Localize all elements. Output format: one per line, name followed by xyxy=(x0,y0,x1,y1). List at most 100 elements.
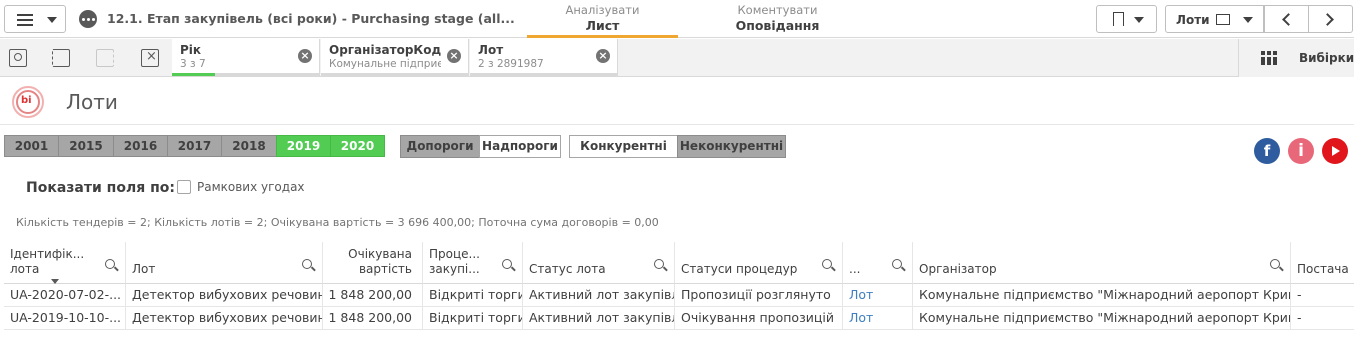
logo-text: bi xyxy=(21,95,32,106)
next-sheet-button[interactable] xyxy=(1308,5,1353,33)
search-icon[interactable] xyxy=(302,259,312,269)
selection-chip-organizer-code[interactable]: ОрганізаторКод Комунальне підприємств...… xyxy=(321,39,469,76)
info-icon[interactable]: i xyxy=(1288,138,1314,164)
lot-id-cell[interactable]: UA-2019-10-10-... xyxy=(4,307,126,330)
top-toolbar: 12.1. Етап закупівель (всі роки) - Purch… xyxy=(0,0,1354,38)
expected-value-cell: 1 848 200,00 xyxy=(323,284,423,307)
chevron-right-icon xyxy=(1321,13,1334,26)
column-header-organizer[interactable]: Організатор xyxy=(913,242,1291,284)
competitive-button[interactable]: Конкурентні xyxy=(569,135,678,158)
supplier-cell[interactable]: - xyxy=(1291,284,1354,307)
selections-bar: Рік 3 з 7 × ОрганізаторКод Комунальне пі… xyxy=(0,39,1354,77)
column-header-label: Лот xyxy=(132,262,156,276)
year-button-2001[interactable]: 2001 xyxy=(4,135,59,157)
bookmarks-button[interactable] xyxy=(1096,5,1157,33)
divider xyxy=(0,124,1354,125)
selection-state-bar xyxy=(470,73,617,76)
table-row[interactable]: UA-2020-07-02-... Детектор вибухових реч… xyxy=(4,284,1354,307)
chevron-down-icon xyxy=(1134,17,1144,23)
youtube-icon[interactable] xyxy=(1322,138,1348,164)
screen-icon xyxy=(1216,14,1230,25)
chip-field-name: ОрганізаторКод xyxy=(329,43,442,57)
year-button-2016[interactable]: 2016 xyxy=(113,135,168,157)
supplier-cell[interactable]: - xyxy=(1291,307,1354,330)
organizer-cell[interactable]: Комунальне підприємство "Міжнародний аер… xyxy=(913,284,1291,307)
year-button-2018[interactable]: 2018 xyxy=(221,135,277,157)
expected-value-cell: 1 848 200,00 xyxy=(323,307,423,330)
column-header-supplier[interactable]: Постача xyxy=(1291,242,1354,284)
column-header-label: Організатор xyxy=(919,262,997,276)
sheet-selector-button[interactable]: Лоти xyxy=(1165,5,1264,33)
procedure-cell[interactable]: Відкриті торги xyxy=(423,307,523,330)
year-button-2019[interactable]: 2019 xyxy=(276,135,331,157)
year-button-2017[interactable]: 2017 xyxy=(167,135,222,157)
column-header-procedure-statuses[interactable]: Статуси процедур xyxy=(675,242,843,284)
column-header-procurement-procedure[interactable]: Проце... закупі... xyxy=(423,242,523,284)
column-header-lot-status[interactable]: Статус лота xyxy=(523,242,675,284)
lot-status-cell[interactable]: Активний лот закупівлі xyxy=(523,284,675,307)
step-forward-icon[interactable] xyxy=(96,49,114,67)
below-threshold-button[interactable]: Допороги xyxy=(400,135,480,158)
bi-logo: bi xyxy=(12,86,44,118)
search-icon[interactable] xyxy=(1270,259,1280,269)
lot-link[interactable]: Лот xyxy=(843,307,913,330)
table-row[interactable]: UA-2019-10-10-... Детектор вибухових реч… xyxy=(4,307,1354,330)
selection-chip-year[interactable]: Рік 3 з 7 × xyxy=(172,39,320,76)
navigation-menu-button[interactable] xyxy=(4,5,66,33)
tab-analyze-sheet[interactable]: Аналізувати Лист xyxy=(527,0,678,38)
column-header-lot[interactable]: Лот xyxy=(126,242,323,284)
selection-state-bar xyxy=(172,73,319,76)
column-header-label: Статуси процедур xyxy=(681,262,798,276)
facebook-icon[interactable]: f xyxy=(1254,138,1280,164)
search-icon[interactable] xyxy=(822,259,832,269)
tab-sheet-label: Лист xyxy=(585,18,620,33)
lot-name-cell[interactable]: Детектор вибухових речовин xyxy=(126,307,323,330)
procedure-status-cell[interactable]: Очікування пропозицій xyxy=(675,307,843,330)
tab-analyze-label: Аналізувати xyxy=(565,3,640,17)
search-icon[interactable] xyxy=(105,259,115,269)
selection-chip-lot[interactable]: Лот 2 з 2891987 × xyxy=(470,39,618,76)
year-button-2015[interactable]: 2015 xyxy=(58,135,114,157)
column-header-lot-id[interactable]: Ідентифік... лота xyxy=(4,242,126,284)
close-icon[interactable]: × xyxy=(298,49,312,63)
close-icon[interactable]: × xyxy=(447,49,461,63)
year-button-2020[interactable]: 2020 xyxy=(330,135,385,157)
tab-story-label: Оповідання xyxy=(735,18,820,33)
search-icon[interactable] xyxy=(892,259,902,269)
selections-tool-button[interactable]: Вибірки xyxy=(1238,39,1354,77)
sheet-selector-label: Лоти xyxy=(1176,13,1210,27)
column-header-label: ... xyxy=(849,262,861,276)
chevron-down-icon xyxy=(1243,17,1253,23)
tab-narrate-story[interactable]: Коментувати Оповідання xyxy=(700,0,855,38)
search-icon[interactable] xyxy=(502,259,512,269)
lot-id-cell[interactable]: UA-2020-07-02-... xyxy=(4,284,126,307)
selections-tool-label: Вибірки xyxy=(1299,51,1354,65)
procedure-cell[interactable]: Відкриті торги xyxy=(423,284,523,307)
clear-selections-icon[interactable] xyxy=(141,49,159,67)
search-icon[interactable] xyxy=(654,259,664,269)
column-header-label: Проце... закупі... xyxy=(429,247,480,276)
lot-name-cell[interactable]: Детектор вибухових речовин xyxy=(126,284,323,307)
step-back-icon[interactable] xyxy=(52,49,70,67)
non-competitive-button[interactable]: Неконкурентні xyxy=(677,135,786,158)
more-options-icon[interactable] xyxy=(79,10,97,28)
chip-field-name: Рік xyxy=(180,43,202,57)
lot-status-cell[interactable]: Активний лот закупівлі xyxy=(523,307,675,330)
column-header-expected-value[interactable]: Очікувана вартість xyxy=(323,242,423,284)
framework-agreements-checkbox[interactable] xyxy=(177,180,191,194)
show-fields-label: Показати поля по: xyxy=(26,180,175,196)
lot-link[interactable]: Лот xyxy=(843,284,913,307)
selected-fraction-fill xyxy=(172,73,215,76)
procedure-status-cell[interactable]: Пропозиції розглянуто xyxy=(675,284,843,307)
chip-field-name: Лот xyxy=(478,43,504,57)
chevron-down-icon xyxy=(47,17,57,23)
column-header-link[interactable]: ... xyxy=(843,242,913,284)
close-icon[interactable]: × xyxy=(596,49,610,63)
column-header-label: Постача xyxy=(1297,262,1349,276)
selections-grid-icon xyxy=(1261,51,1277,65)
smart-search-icon[interactable] xyxy=(9,49,27,67)
framework-agreements-label[interactable]: Рамкових угодах xyxy=(197,180,305,194)
previous-sheet-button[interactable] xyxy=(1264,5,1309,33)
above-threshold-button[interactable]: Надпороги xyxy=(479,135,561,158)
organizer-cell[interactable]: Комунальне підприємство "Міжнародний аер… xyxy=(913,307,1291,330)
